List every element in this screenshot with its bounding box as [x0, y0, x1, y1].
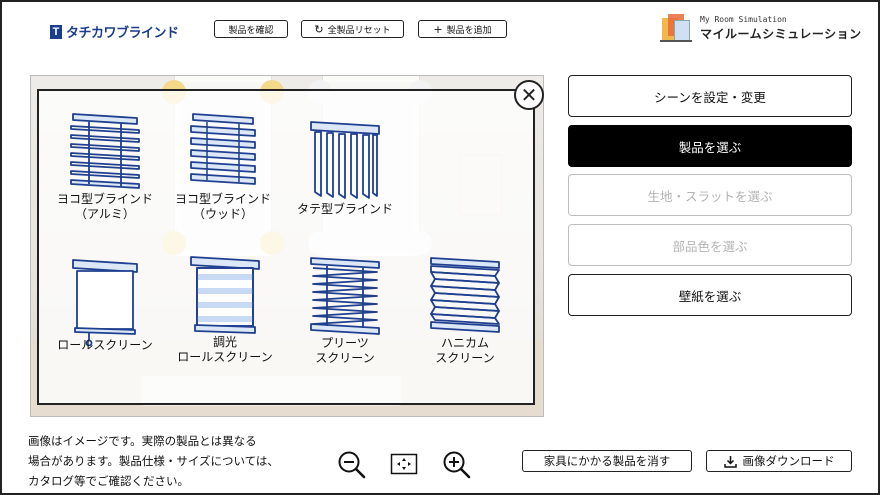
product-label: タテ型ブラインド [296, 202, 393, 216]
product-venetian-aluminium[interactable]: ヨコ型ブラインド （アルミ） [52, 112, 158, 222]
zoom-in-icon [443, 451, 471, 479]
reset-all-label: 全製品リセット [327, 25, 391, 36]
disclaimer-line: 場合があります。製品仕様・サイズについては、 [28, 454, 279, 468]
product-roll-screen[interactable]: ロールスクリーン [52, 258, 158, 353]
product-label: 調光 [212, 335, 237, 349]
select-wallpaper-button[interactable]: 壁紙を選ぶ [568, 274, 852, 316]
product-label: ヨコ型ブラインド [174, 192, 271, 206]
app-subtitle: My Room Simulation [700, 15, 787, 24]
confirm-products-button[interactable]: 製品を確認 [214, 20, 288, 38]
reset-icon: ↻ [314, 22, 324, 36]
product-label: プリーツ [321, 336, 369, 350]
zoom-out-button[interactable] [337, 450, 367, 484]
app-title: マイルームシミュレーション [700, 27, 862, 41]
product-label: スクリーン [435, 351, 495, 365]
product-dimming-roll-screen[interactable]: 調光 ロールスクリーン [170, 255, 280, 365]
product-honeycomb-screen[interactable]: ハニカム スクリーン [412, 256, 518, 366]
honeycomb-screen-icon [430, 257, 500, 333]
vertical-blind-icon [310, 121, 380, 199]
wood-blind-icon [190, 113, 256, 185]
disclaimer-line: 画像はイメージです。実際の製品とは異なる [28, 434, 257, 448]
room-simulation-icon [660, 12, 692, 44]
add-product-button[interactable]: + 製品を追加 [418, 20, 507, 38]
plus-icon: + [433, 22, 443, 36]
select-product-button[interactable]: 製品を選ぶ [568, 125, 852, 167]
product-vertical-blind[interactable]: タテ型ブラインド [292, 120, 398, 217]
select-part-color-button[interactable]: 部品色を選ぶ [568, 224, 852, 266]
brand-name: タチカワブラインド [66, 26, 179, 41]
reset-all-button[interactable]: ↻ 全製品リセット [301, 20, 404, 38]
disclaimer-line: カタログ等でご確認ください。 [28, 474, 189, 488]
zoom-in-button[interactable] [442, 450, 472, 484]
product-label: （ウッド） [192, 207, 253, 221]
fit-screen-button[interactable] [390, 453, 418, 479]
dimming-roll-screen-icon [190, 256, 260, 334]
select-fabric-button[interactable]: 生地・スラットを選ぶ [568, 174, 852, 216]
product-pleated-screen[interactable]: プリーツ スクリーン [292, 256, 398, 366]
product-label: ヨコ型ブラインド [56, 192, 153, 206]
add-product-label: 製品を追加 [446, 25, 492, 36]
download-image-label: 画像ダウンロード [742, 454, 835, 468]
product-label: スクリーン [315, 351, 375, 365]
remove-furniture-products-label: 家具にかかる製品を消す [543, 454, 671, 468]
product-label: （アルミ） [75, 207, 135, 221]
pleated-screen-icon [310, 257, 380, 335]
download-image-button[interactable]: 画像ダウンロード [706, 450, 852, 472]
product-label: ロールスクリーン [177, 350, 273, 364]
set-scene-button[interactable]: シーンを設定・変更 [568, 75, 852, 117]
roll-screen-icon [72, 259, 138, 346]
remove-furniture-products-button[interactable]: 家具にかかる製品を消す [522, 450, 692, 472]
zoom-out-icon [338, 451, 366, 479]
brand-logo: T タチカワブラインド [50, 22, 179, 41]
product-label: ロールスクリーン [57, 338, 153, 352]
disclaimer-note: 画像はイメージです。実際の製品とは異なる 場合があります。製品仕様・サイズについ… [28, 431, 279, 491]
venetian-blind-icon [70, 113, 140, 189]
confirm-products-label: 製品を確認 [228, 25, 274, 36]
product-label: ハニカム [440, 336, 489, 350]
app-logo: My Room Simulation マイルームシミュレーション [660, 12, 862, 44]
product-venetian-wood[interactable]: ヨコ型ブラインド （ウッド） [170, 112, 276, 222]
brand-mark-icon: T [50, 24, 62, 39]
close-icon[interactable]: ✕ [514, 80, 544, 110]
fit-screen-icon [390, 453, 418, 475]
download-icon [723, 455, 737, 468]
